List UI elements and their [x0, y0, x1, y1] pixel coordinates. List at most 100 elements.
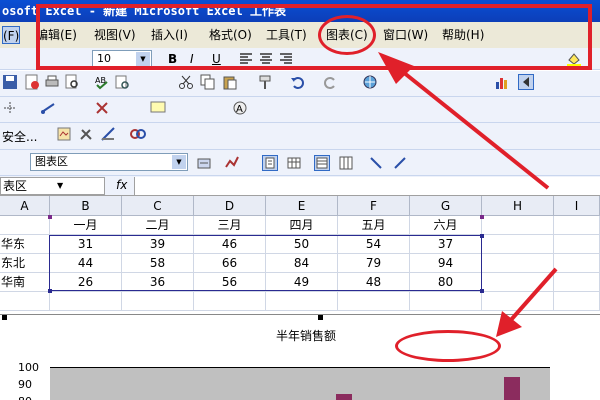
- column-header[interactable]: A: [0, 196, 50, 216]
- bold-icon[interactable]: B: [168, 51, 184, 67]
- table-cell[interactable]: 二月: [122, 216, 194, 235]
- table-cell[interactable]: [482, 292, 554, 311]
- fx-icon[interactable]: fx: [116, 178, 127, 192]
- chart-handle[interactable]: [318, 315, 323, 320]
- tools-icon[interactable]: [78, 126, 94, 142]
- column-header[interactable]: B: [50, 196, 122, 216]
- table-cell[interactable]: [338, 292, 410, 311]
- cut-icon[interactable]: [178, 74, 194, 90]
- table-cell[interactable]: [410, 292, 482, 311]
- italic-icon[interactable]: I: [190, 51, 206, 67]
- font-size-select[interactable]: 10 ▼: [92, 50, 152, 68]
- angle-text-down-icon[interactable]: [368, 155, 384, 171]
- trace-precedents-icon[interactable]: [40, 100, 56, 116]
- menu-chart[interactable]: 图表(C): [326, 26, 368, 44]
- chart-area[interactable]: 半年销售额 100 90 80: [0, 314, 600, 400]
- menu-file[interactable]: (F): [2, 26, 21, 44]
- table-cell[interactable]: [194, 292, 266, 311]
- table-cell[interactable]: 一月: [50, 216, 122, 235]
- save-icon[interactable]: [2, 74, 18, 90]
- design-mode-icon[interactable]: [100, 126, 116, 142]
- paste-icon[interactable]: [222, 74, 238, 90]
- add-in-icon[interactable]: [130, 126, 146, 142]
- chart-wizard-icon[interactable]: [494, 74, 510, 90]
- table-cell[interactable]: [482, 254, 554, 273]
- table-cell[interactable]: [554, 235, 600, 254]
- copy-icon[interactable]: [200, 74, 216, 90]
- drawing-icon[interactable]: [518, 74, 534, 90]
- column-header[interactable]: D: [194, 196, 266, 216]
- table-cell[interactable]: [482, 216, 554, 235]
- chart-objects-select[interactable]: 图表区 ▼: [30, 153, 188, 171]
- evaluate-formula-icon[interactable]: A: [232, 100, 248, 116]
- table-cell[interactable]: [0, 292, 50, 311]
- underline-icon[interactable]: U: [212, 51, 228, 67]
- table-cell[interactable]: 三月: [194, 216, 266, 235]
- plot-area[interactable]: [50, 367, 550, 400]
- format-painter-icon[interactable]: [258, 74, 274, 90]
- table-cell[interactable]: 六月: [410, 216, 482, 235]
- remove-arrows-icon[interactable]: [94, 100, 110, 116]
- chart-type-icon[interactable]: [224, 155, 240, 171]
- print-icon[interactable]: [44, 74, 60, 90]
- table-cell[interactable]: [554, 254, 600, 273]
- permission-icon[interactable]: [24, 74, 40, 90]
- table-cell[interactable]: [0, 216, 50, 235]
- table-cell[interactable]: [554, 273, 600, 292]
- comment-icon[interactable]: [150, 100, 166, 116]
- table-cell[interactable]: 四月: [266, 216, 338, 235]
- research-icon[interactable]: [114, 74, 130, 90]
- data-table-icon[interactable]: [286, 155, 302, 171]
- print-preview-icon[interactable]: [64, 74, 80, 90]
- table-cell[interactable]: [554, 292, 600, 311]
- chevron-down-icon[interactable]: ▼: [172, 155, 186, 169]
- range-handle[interactable]: [48, 289, 52, 293]
- spelling-icon[interactable]: AB: [94, 74, 110, 90]
- table-cell[interactable]: 华南: [0, 273, 50, 292]
- format-chart-area-icon[interactable]: [196, 155, 212, 171]
- redo-icon[interactable]: [322, 74, 338, 90]
- menu-edit[interactable]: 编辑(E): [36, 26, 77, 44]
- chart-bar[interactable]: [336, 394, 352, 400]
- align-left-icon[interactable]: [238, 51, 254, 67]
- undo-icon[interactable]: [290, 74, 306, 90]
- chart-handle[interactable]: [2, 315, 7, 320]
- security-button[interactable]: 安全...: [2, 128, 37, 145]
- column-header[interactable]: H: [482, 196, 554, 216]
- legend-icon[interactable]: [262, 155, 278, 171]
- name-box[interactable]: 表区 ▼: [0, 177, 105, 195]
- sheet-grid[interactable]: ABCDEFGHI 一月 二月 三月 四月 五月 六月 华东 31 39 46 50 54 37 东北 44…: [0, 196, 600, 314]
- fill-color-icon[interactable]: [566, 51, 582, 67]
- column-header[interactable]: F: [338, 196, 410, 216]
- table-cell[interactable]: [554, 216, 600, 235]
- column-header[interactable]: E: [266, 196, 338, 216]
- digital-signature-icon[interactable]: [56, 126, 72, 142]
- table-cell[interactable]: 东北: [0, 254, 50, 273]
- by-row-icon[interactable]: [314, 155, 330, 171]
- align-center-icon[interactable]: [258, 51, 274, 67]
- formula-input[interactable]: [134, 177, 600, 195]
- range-handle[interactable]: [48, 215, 52, 219]
- chart-title[interactable]: 半年销售额: [276, 327, 336, 344]
- column-header[interactable]: G: [410, 196, 482, 216]
- table-cell[interactable]: [482, 273, 554, 292]
- table-cell[interactable]: [266, 292, 338, 311]
- menu-format[interactable]: 格式(O): [209, 26, 252, 44]
- insert-hyperlink-icon[interactable]: [362, 74, 378, 90]
- range-handle[interactable]: [480, 234, 484, 238]
- angle-text-up-icon[interactable]: [392, 155, 408, 171]
- chevron-down-icon[interactable]: ▼: [57, 178, 63, 194]
- align-right-icon[interactable]: [278, 51, 294, 67]
- range-handle[interactable]: [480, 289, 484, 293]
- column-header[interactable]: C: [122, 196, 194, 216]
- chevron-down-icon[interactable]: ▼: [136, 52, 150, 66]
- chart-bar[interactable]: [504, 377, 520, 400]
- range-handle[interactable]: [480, 215, 484, 219]
- connector-icon[interactable]: [2, 100, 18, 116]
- column-header[interactable]: I: [554, 196, 600, 216]
- menu-help[interactable]: 帮助(H): [442, 26, 484, 44]
- table-cell[interactable]: [122, 292, 194, 311]
- table-cell[interactable]: 五月: [338, 216, 410, 235]
- table-cell[interactable]: [50, 292, 122, 311]
- menu-view[interactable]: 视图(V): [94, 26, 136, 44]
